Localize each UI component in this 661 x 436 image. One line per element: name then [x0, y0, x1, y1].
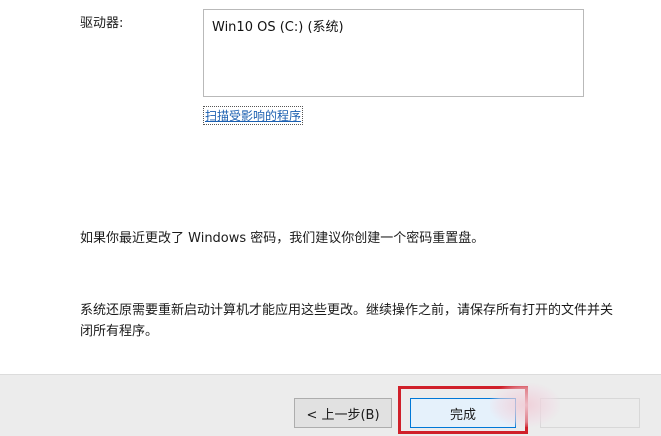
restart-warning-note: 系统还原需要重新启动计算机才能应用这些更改。继续操作之前，请保存所有打开的文件并… — [80, 303, 614, 339]
cancel-button[interactable]: 取消 — [540, 398, 640, 428]
finish-button[interactable]: 完成 — [410, 398, 516, 428]
drives-list[interactable]: Win10 OS (C:) (系统) — [203, 9, 584, 97]
back-button[interactable]: < 上一步(B) — [294, 398, 392, 428]
drives-label: 驱动器: — [80, 16, 124, 31]
scan-affected-programs-link[interactable]: 扫描受影响的程序 — [203, 106, 304, 125]
password-reset-note: 如果你最近更改了 Windows 密码，我们建议你创建一个密码重置盘。 — [80, 231, 485, 246]
drive-item-c[interactable]: Win10 OS (C:) (系统) — [212, 16, 344, 35]
wizard-footer: < 上一步(B) 完成 取消 — [0, 374, 661, 436]
